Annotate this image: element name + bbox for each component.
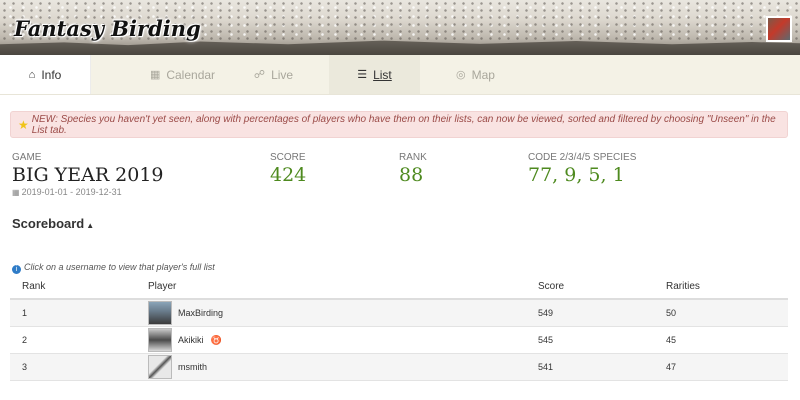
row-score: 545 bbox=[538, 335, 554, 345]
calendar-icon: ▦ bbox=[149, 69, 161, 81]
game-title: BIG YEAR 2019 bbox=[12, 164, 164, 186]
star-icon: ★ bbox=[18, 117, 29, 132]
rank-label: RANK bbox=[399, 152, 427, 163]
game-stat: GAME BIG YEAR 2019 ▦ 2019-01-01 - 2019-12… bbox=[12, 152, 164, 197]
row-rarities: 50 bbox=[666, 308, 677, 318]
code-species-value: 77, 9, 5, 1 bbox=[528, 164, 625, 186]
tab-calendar[interactable]: ▦ Calendar bbox=[137, 55, 228, 94]
row-player: Akikiki ♉ bbox=[148, 328, 536, 352]
code-species-label: CODE 2/3/4/5 SPECIES bbox=[528, 152, 637, 163]
info-icon: i bbox=[12, 265, 21, 274]
col-score[interactable]: Score bbox=[536, 281, 666, 292]
main-tabs: ⌂ Info ▦ Calendar ☍ Live ☰ List ◎ Map bbox=[0, 55, 800, 95]
table-header: Rank Player Score Rarities bbox=[10, 275, 788, 300]
caret-up-icon: ▲ bbox=[86, 221, 95, 230]
app-logo[interactable]: Fantasy Birding bbox=[14, 16, 201, 41]
game-label: GAME bbox=[12, 152, 42, 163]
scoreboard-title: Scoreboard bbox=[12, 216, 85, 231]
new-feature-alert: ★ NEW: Species you haven't yet seen, alo… bbox=[10, 111, 788, 138]
header-banner: Fantasy Birding bbox=[0, 0, 800, 55]
table-row: 1 MaxBirding 549 50 bbox=[10, 300, 788, 327]
score-stat: SCORE 424 bbox=[270, 152, 306, 186]
table-row: 3 msmith 541 47 bbox=[10, 354, 788, 381]
globe-icon: ◎ bbox=[456, 69, 466, 81]
game-dates: ▦ 2019-01-01 - 2019-12-31 bbox=[12, 187, 164, 197]
tab-live-label: Live bbox=[271, 67, 294, 82]
col-player[interactable]: Player bbox=[148, 281, 536, 292]
scoreboard-toggle[interactable]: Scoreboard ▲ bbox=[12, 216, 94, 231]
row-rank: 1 bbox=[22, 308, 28, 318]
player-avatar[interactable] bbox=[148, 328, 172, 352]
binoculars-icon: ☍ bbox=[253, 69, 266, 81]
table-row: 2 Akikiki ♉ 545 45 bbox=[10, 327, 788, 354]
tab-info[interactable]: ⌂ Info bbox=[0, 55, 91, 94]
tab-live[interactable]: ☍ Live bbox=[228, 55, 319, 94]
scoreboard-table: Rank Player Score Rarities 1 MaxBirding … bbox=[10, 275, 788, 381]
tab-map-label: Map bbox=[471, 67, 495, 82]
tab-list[interactable]: ☰ List bbox=[329, 55, 420, 94]
hint-text: Click on a username to view that player'… bbox=[24, 262, 215, 272]
player-avatar[interactable] bbox=[148, 301, 172, 325]
score-label: SCORE bbox=[270, 152, 306, 163]
alert-text: NEW: Species you haven't yet seen, along… bbox=[31, 113, 776, 136]
rank-stat: RANK 88 bbox=[399, 152, 427, 186]
row-score: 549 bbox=[538, 308, 554, 318]
tab-list-label: List bbox=[373, 67, 392, 82]
row-rank: 2 bbox=[22, 335, 28, 345]
col-rarities[interactable]: Rarities bbox=[666, 281, 788, 292]
calendar-icon: ▦ bbox=[12, 188, 20, 197]
row-rank: 3 bbox=[22, 362, 28, 372]
tab-map[interactable]: ◎ Map bbox=[430, 55, 521, 94]
col-rank[interactable]: Rank bbox=[10, 281, 148, 292]
home-icon: ⌂ bbox=[28, 68, 36, 81]
rank-value: 88 bbox=[399, 164, 424, 186]
player-avatar[interactable] bbox=[148, 355, 172, 379]
list-icon: ☰ bbox=[357, 69, 368, 81]
player-username-link[interactable]: msmith bbox=[178, 362, 207, 372]
code-species-stat: CODE 2/3/4/5 SPECIES 77, 9, 5, 1 bbox=[528, 152, 636, 186]
taurus-badge-icon: ♉ bbox=[210, 334, 222, 345]
tab-calendar-label: Calendar bbox=[166, 67, 216, 82]
game-dates-text: 2019-01-01 - 2019-12-31 bbox=[21, 187, 122, 197]
row-player: msmith bbox=[148, 355, 536, 379]
tab-info-label: Info bbox=[41, 67, 62, 82]
row-rarities: 47 bbox=[666, 362, 677, 372]
row-rarities: 45 bbox=[666, 335, 677, 345]
row-score: 541 bbox=[538, 362, 554, 372]
scoreboard-hint: i Click on a username to view that player… bbox=[12, 262, 215, 274]
row-player: MaxBirding bbox=[148, 301, 536, 325]
player-username-link[interactable]: MaxBirding bbox=[178, 308, 223, 318]
user-avatar[interactable] bbox=[766, 16, 792, 42]
score-value: 424 bbox=[270, 164, 307, 186]
player-username-link[interactable]: Akikiki bbox=[178, 335, 204, 345]
